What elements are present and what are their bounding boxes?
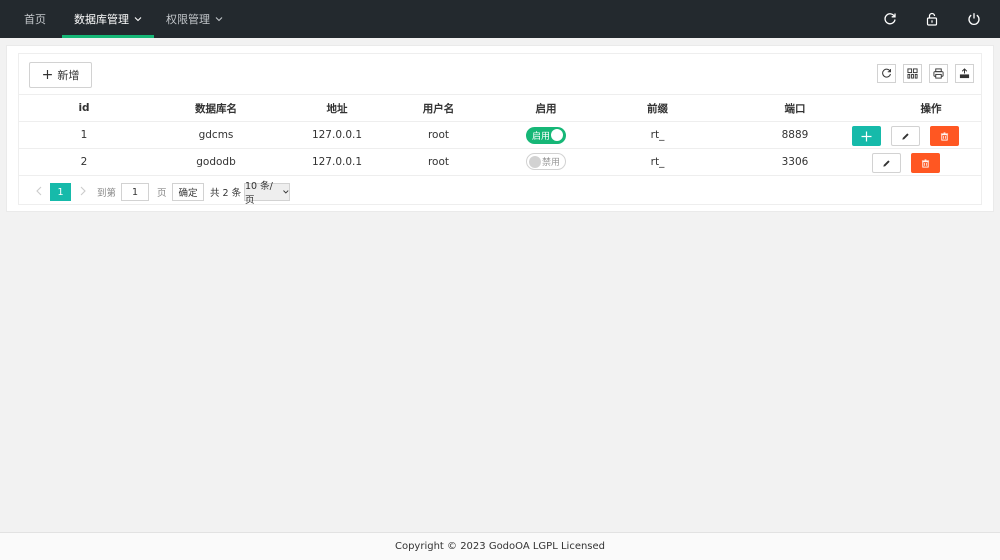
nav-item-label: 数据库管理 <box>74 13 129 26</box>
add-button-label: 新增 <box>57 69 80 82</box>
cell-prefix: rt_ <box>650 156 665 168</box>
toggle-knob <box>551 129 563 141</box>
goto-confirm-button[interactable]: 确定 <box>172 183 204 201</box>
copyright-text: Copyright © 2023 GodoOA LGPL Licensed <box>394 541 606 552</box>
cell-port: 3306 <box>781 156 809 168</box>
chevron-down-icon <box>215 16 223 22</box>
cell-db-name: gododb <box>196 156 236 168</box>
current-page[interactable]: 1 <box>50 183 71 201</box>
cell-enabled: 启用 <box>486 126 606 144</box>
cell-address: 127.0.0.1 <box>311 129 363 141</box>
prev-page-icon[interactable] <box>33 184 45 198</box>
column-header-actions[interactable]: 操作 <box>881 101 981 116</box>
table-refresh-icon[interactable] <box>877 64 896 83</box>
table-row: 1 gdcms 127.0.0.1 root 启用 rt_ 8889 <box>19 122 981 149</box>
pagination: 1 到第 页 确定 共 2 条 10 条/页 <box>19 178 981 206</box>
cell-address: 127.0.0.1 <box>311 156 363 168</box>
cell-username: root <box>427 129 450 141</box>
column-header-db-name[interactable]: 数据库名 <box>149 101 283 116</box>
cell-id: 1 <box>80 129 88 141</box>
column-header-port[interactable]: 端口 <box>709 101 881 116</box>
row-add-button[interactable] <box>852 126 881 146</box>
goto-label: 到第 <box>97 188 117 199</box>
lock-icon[interactable] <box>924 11 940 27</box>
nav-item-home[interactable]: 首页 <box>0 0 62 38</box>
total-count: 共 2 条 <box>210 188 242 199</box>
data-table: + 新增 id 数据库名 地址 用户名 启用 前缀 端口 操作 1 gdcms … <box>18 53 982 206</box>
row-delete-button[interactable] <box>911 153 940 173</box>
print-icon[interactable] <box>929 64 948 83</box>
main-card: + 新增 id 数据库名 地址 用户名 启用 前缀 端口 操作 1 gdcms … <box>6 45 994 212</box>
toggle-label: 启用 <box>532 131 551 142</box>
nav-item-label: 权限管理 <box>166 13 210 26</box>
toggle-knob <box>529 155 541 168</box>
nav-item-permission-management[interactable]: 权限管理 <box>154 0 235 38</box>
nav-item-database-management[interactable]: 数据库管理 <box>62 0 154 38</box>
power-icon[interactable] <box>966 11 982 27</box>
cell-id: 2 <box>80 156 88 168</box>
cell-username: root <box>427 156 450 168</box>
row-edit-button[interactable] <box>872 153 901 173</box>
chevron-down-icon <box>283 190 289 194</box>
column-header-address[interactable]: 地址 <box>283 101 391 116</box>
column-header-enabled[interactable]: 启用 <box>486 101 606 116</box>
refresh-icon[interactable] <box>882 11 898 27</box>
chevron-down-icon <box>134 16 142 22</box>
table-row: 2 gododb 127.0.0.1 root 禁用 rt_ 3306 <box>19 149 981 176</box>
column-header-id[interactable]: id <box>19 102 149 114</box>
page-size-value: 10 条/页 <box>245 181 273 206</box>
nav-right-icons <box>882 0 982 38</box>
column-header-prefix[interactable]: 前缀 <box>606 101 709 116</box>
enabled-toggle[interactable]: 禁用 <box>526 153 566 171</box>
goto-page-input[interactable] <box>121 183 149 201</box>
top-nav: 首页 数据库管理 权限管理 <box>0 0 1000 38</box>
plus-icon: + <box>41 67 54 83</box>
next-page-icon[interactable] <box>77 184 89 198</box>
page-size-select[interactable]: 10 条/页 <box>244 181 290 206</box>
table-toolbar: + 新增 <box>19 54 981 95</box>
column-header-username[interactable]: 用户名 <box>391 101 486 116</box>
table-header-row: id 数据库名 地址 用户名 启用 前缀 端口 操作 <box>19 95 981 122</box>
enabled-toggle[interactable]: 启用 <box>526 126 566 144</box>
columns-filter-icon[interactable] <box>903 64 922 83</box>
toggle-label: 禁用 <box>541 158 560 169</box>
cell-enabled: 禁用 <box>486 153 606 171</box>
cell-db-name: gdcms <box>198 129 234 141</box>
page-label: 页 <box>157 188 167 199</box>
row-delete-button[interactable] <box>930 126 959 146</box>
footer: Copyright © 2023 GodoOA LGPL Licensed <box>0 532 1000 560</box>
table-tool-icons <box>877 64 974 83</box>
add-button[interactable]: + 新增 <box>29 62 92 88</box>
export-icon[interactable] <box>955 64 974 83</box>
cell-prefix: rt_ <box>650 129 665 141</box>
nav-item-label: 首页 <box>24 13 46 26</box>
row-edit-button[interactable] <box>891 126 920 146</box>
